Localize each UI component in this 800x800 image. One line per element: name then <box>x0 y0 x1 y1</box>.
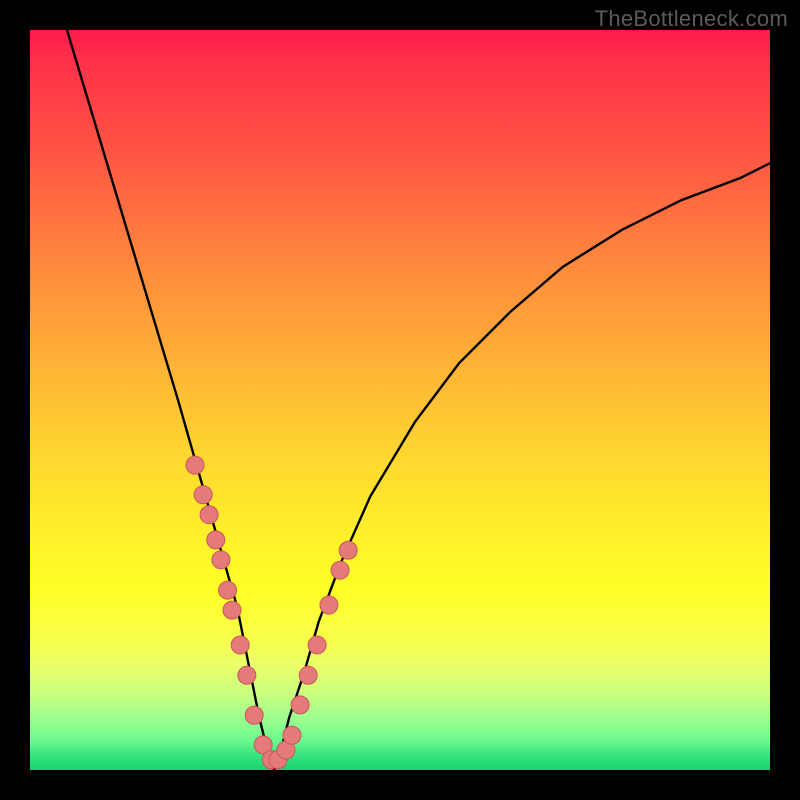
curve-marker <box>339 541 357 559</box>
curve-marker <box>308 636 326 654</box>
curve-marker <box>283 726 301 744</box>
bottleneck-curve <box>67 30 770 770</box>
curve-marker <box>299 666 317 684</box>
curve-marker <box>245 706 263 724</box>
curve-markers <box>186 456 357 769</box>
curve-marker <box>200 506 218 524</box>
curve-marker <box>231 636 249 654</box>
chart-svg <box>30 30 770 770</box>
curve-marker <box>238 666 256 684</box>
curve-marker <box>331 561 349 579</box>
curve-marker <box>194 486 212 504</box>
outer-frame: TheBottleneck.com <box>0 0 800 800</box>
curve-marker <box>223 601 241 619</box>
plot-area <box>30 30 770 770</box>
curve-marker <box>212 551 230 569</box>
curve-marker <box>291 696 309 714</box>
curve-marker <box>186 456 204 474</box>
curve-marker <box>219 581 237 599</box>
curve-marker <box>207 531 225 549</box>
watermark-text: TheBottleneck.com <box>595 6 788 32</box>
curve-marker <box>320 596 338 614</box>
